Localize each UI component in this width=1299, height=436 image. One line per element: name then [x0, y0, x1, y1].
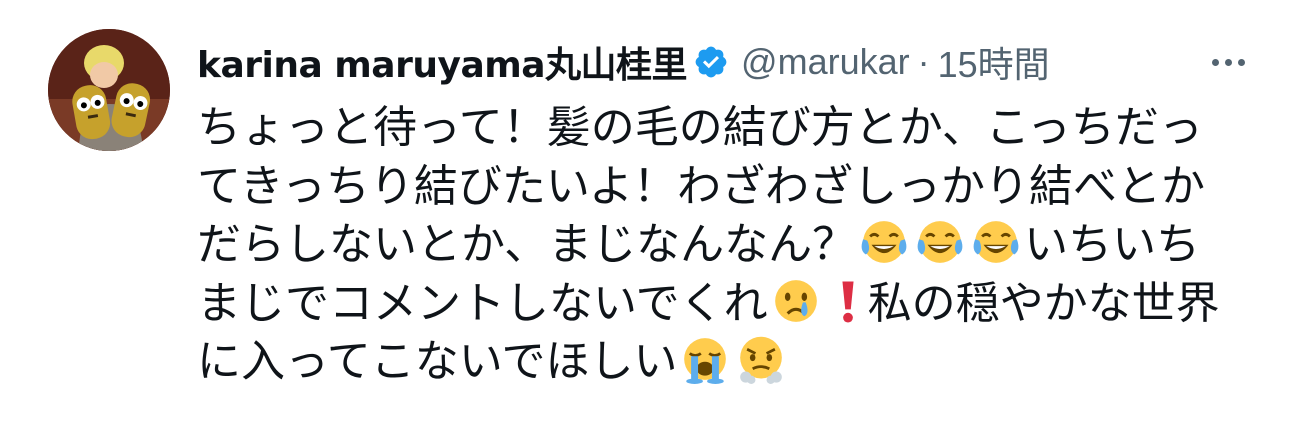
verified-badge-icon: [693, 44, 729, 80]
author-handle[interactable]: @marukar: [741, 41, 910, 83]
text-segment: まじでコメントしないでくれ: [197, 277, 768, 329]
text-segment: 私の穏やかな世界: [867, 277, 1220, 329]
text-segment: だらしないとか、まじなんなん？: [197, 219, 857, 270]
face-with-tears-of-joy-icon: [861, 221, 907, 263]
tweet-text-line: まじでコメントしないでくれ 私の穏やかな世界: [197, 275, 1287, 334]
loudly-crying-face-icon: [684, 338, 727, 384]
tweet-text-line: に入ってこないでほしい: [197, 333, 1287, 392]
tweet-text-line: てきっちり結びたいよ！わざわざしっかり結べとか: [197, 158, 1287, 217]
text-segment: に入ってこないでほしい: [197, 336, 678, 387]
face-with-tears-of-joy-icon: [917, 221, 963, 263]
separator-dot: ·: [917, 41, 930, 82]
tweet-text: ちょっと待って！髪の毛の結び方とか、こっちだっ てきっちり結びたいよ！わざわざし…: [197, 99, 1287, 392]
face-with-steam-from-nose-icon: [740, 336, 783, 384]
tweet-avatar[interactable]: [48, 29, 170, 151]
tweet-timestamp[interactable]: 15時間: [938, 36, 1050, 88]
tweet-text-line: ちょっと待って！髪の毛の結び方とか、こっちだっ: [197, 99, 1287, 158]
crying-face-icon: [774, 279, 817, 322]
tweet-text-line: だらしないとか、まじなんなん？ いちいち: [197, 216, 1287, 275]
text-segment: ちょっと待って！髪の毛の結び方とか、こっちだっ: [197, 102, 1203, 153]
text-segment: いちいち: [1024, 219, 1201, 270]
avatar-image: [48, 29, 170, 151]
more-options-icon[interactable]: [1212, 44, 1245, 80]
author-display-name[interactable]: karina maruyama丸山桂里: [197, 36, 688, 88]
text-segment: てきっちり結びたいよ！わざわざしっかり結べとか: [197, 160, 1206, 212]
tweet-header: karina maruyama丸山桂里 @marukar · 15時間: [197, 34, 1257, 90]
face-with-tears-of-joy-icon: [973, 221, 1019, 263]
red-exclamation-mark-icon: [842, 281, 854, 323]
